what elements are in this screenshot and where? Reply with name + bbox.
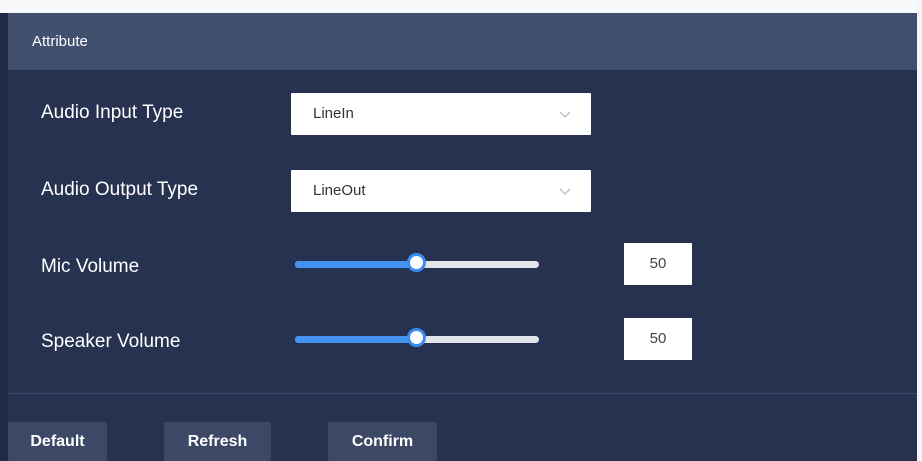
- speaker-volume-slider[interactable]: [295, 328, 539, 347]
- audio-input-label: Audio Input Type: [41, 102, 184, 123]
- speaker-volume-input[interactable]: 50: [624, 318, 692, 360]
- audio-input-value: LineIn: [313, 105, 354, 122]
- audio-output-select[interactable]: LineOut: [291, 170, 591, 212]
- chevron-down-icon: [559, 111, 571, 118]
- panel-title: Attribute: [32, 33, 88, 50]
- panel-header: Attribute: [8, 13, 917, 70]
- mic-volume-slider[interactable]: [295, 253, 539, 272]
- speaker-volume-thumb[interactable]: [407, 328, 426, 347]
- right-edge: [917, 0, 922, 461]
- speaker-volume-label: Speaker Volume: [41, 331, 181, 352]
- mic-volume-label: Mic Volume: [41, 256, 140, 277]
- mic-volume-fill: [295, 261, 417, 268]
- mic-volume-input[interactable]: 50: [624, 243, 692, 285]
- refresh-button[interactable]: Refresh: [164, 422, 271, 461]
- audio-input-select[interactable]: LineIn: [291, 93, 591, 135]
- footer-divider: [8, 393, 917, 394]
- audio-output-value: LineOut: [313, 182, 366, 199]
- confirm-button[interactable]: Confirm: [328, 422, 437, 461]
- top-strip: [0, 0, 922, 13]
- chevron-down-icon: [559, 188, 571, 195]
- default-button[interactable]: Default: [8, 422, 107, 461]
- mic-volume-thumb[interactable]: [407, 253, 426, 272]
- speaker-volume-fill: [295, 336, 417, 343]
- audio-output-label: Audio Output Type: [41, 179, 199, 200]
